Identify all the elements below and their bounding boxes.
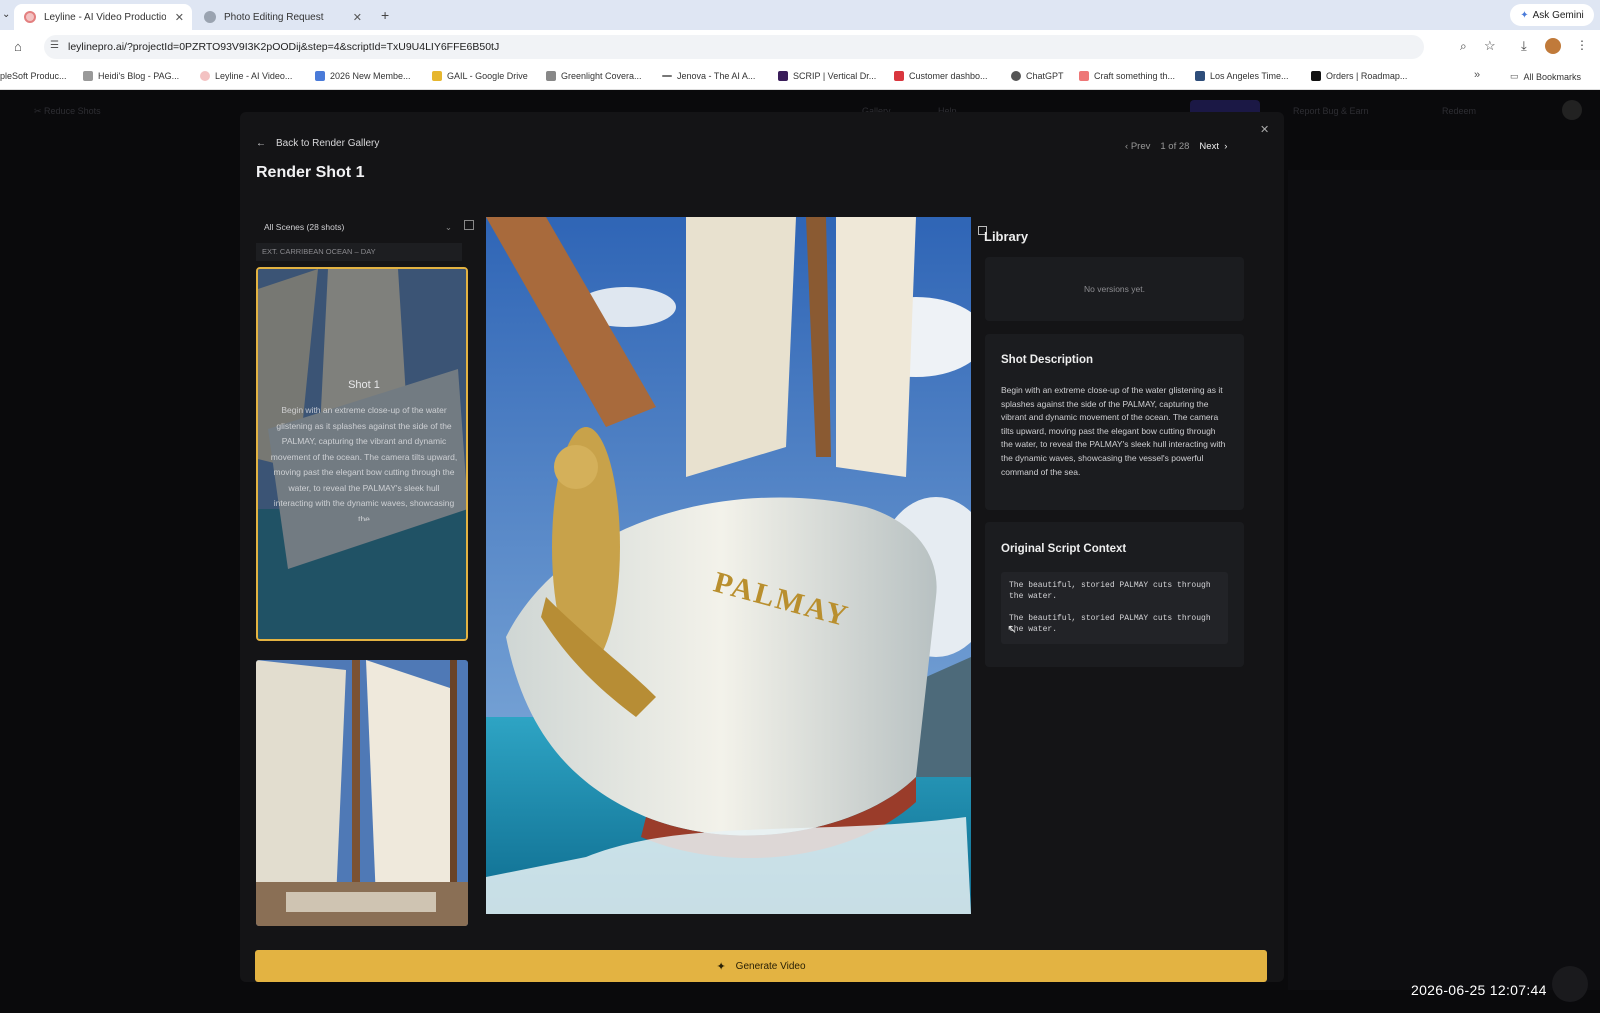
more-bookmarks-icon[interactable]: »: [1474, 69, 1480, 81]
library-empty-text: No versions yet.: [1084, 284, 1145, 294]
render-shot-modal: ✕ ← Back to Render Gallery Render Shot 1…: [240, 112, 1284, 982]
mouse-cursor-icon: ↖: [1007, 622, 1018, 636]
generate-video-button[interactable]: ✦ Generate Video: [255, 950, 1267, 982]
back-to-gallery-link[interactable]: ← Back to Render Gallery: [256, 138, 379, 149]
shot-thumbnail[interactable]: [256, 660, 468, 926]
url-text: leylinepro.ai/?projectId=0PZRTO93V9I3K2p…: [68, 41, 500, 53]
thumbnail-overlay-title: Shot 1: [348, 379, 380, 391]
browser-tab-strip: ⌄ Leyline - AI Video Production ✕ Photo …: [0, 0, 1600, 30]
scene-select[interactable]: All Scenes (28 shots) ⌄: [256, 216, 456, 238]
globe-favicon-icon: [204, 11, 216, 23]
address-bar[interactable]: ☰ leylinepro.ai/?projectId=0PZRTO93V9I3K…: [44, 35, 1424, 59]
header-redeem-link[interactable]: Redeem: [1442, 106, 1476, 116]
site-settings-icon[interactable]: ☰: [50, 40, 59, 51]
bookmark-item[interactable]: Orders | Roadmap...: [1311, 71, 1407, 81]
bookmark-item[interactable]: Heidi's Blog - PAG...: [83, 71, 179, 81]
tab-leyline[interactable]: Leyline - AI Video Production ✕: [14, 4, 192, 30]
reduce-shots-button[interactable]: ✂ Reduce Shots: [34, 106, 101, 117]
profile-avatar[interactable]: [1545, 38, 1561, 54]
close-tab-icon[interactable]: ✕: [175, 11, 184, 24]
bookmark-item[interactable]: Leyline - AI Video...: [200, 71, 292, 81]
bookmark-star-icon[interactable]: ☆: [1484, 38, 1496, 54]
browser-toolbar: ⌂ ☰ leylinepro.ai/?projectId=0PZRTO93V9I…: [0, 30, 1600, 64]
header-report-bug-link[interactable]: Report Bug & Earn: [1293, 106, 1369, 116]
bookmark-item[interactable]: Greenlight Covera...: [546, 71, 642, 81]
close-modal-icon[interactable]: ✕: [1260, 123, 1269, 136]
script-context-panel: Original Script Context The beautiful, s…: [985, 522, 1244, 667]
shot-thumbnail-selected[interactable]: Shot 1 Begin with an extreme close-up of…: [256, 267, 468, 641]
bookmark-item[interactable]: Jenova - The AI A...: [662, 71, 755, 81]
chat-widget-icon[interactable]: [1552, 966, 1588, 1002]
new-tab-icon[interactable]: +: [381, 7, 389, 23]
tab-photo-editing[interactable]: Photo Editing Request ✕: [194, 4, 370, 30]
script-line: The beautiful, storied PALMAY cuts throu…: [1009, 614, 1211, 634]
sailboat-render-image: [486, 217, 971, 914]
background-side-panel: [1288, 170, 1600, 990]
folder-icon: ▭: [1510, 71, 1519, 81]
scissors-icon: ✂: [34, 106, 45, 116]
bookmark-item[interactable]: Los Angeles Time...: [1195, 71, 1289, 81]
thumbnail-overlay-text: Begin with an extreme close-up of the wa…: [270, 405, 458, 521]
chevron-down-icon: ⌄: [444, 221, 452, 232]
arrow-left-icon: ←: [256, 138, 266, 149]
page-title: Render Shot 1: [256, 164, 365, 181]
bookmark-item[interactable]: pleSoft Produc...: [0, 71, 67, 81]
script-context-box: The beautiful, storied PALMAY cuts throu…: [1001, 572, 1228, 644]
sails-thumbnail-image: [256, 660, 468, 926]
bookmark-item[interactable]: 2026 New Membe...: [315, 71, 411, 81]
shot-counter: 1 of 28: [1160, 141, 1190, 152]
tab-label: Photo Editing Request: [224, 11, 324, 23]
main-render-image[interactable]: PALMAY: [486, 217, 971, 914]
library-title: Library: [984, 229, 1029, 244]
shot-description-text: Begin with an extreme close-up of the wa…: [1001, 385, 1226, 477]
grid-view-icon[interactable]: [464, 220, 474, 230]
prev-button[interactable]: ‹ Prev: [1125, 141, 1150, 152]
bookmark-item[interactable]: SCRIP | Vertical Dr...: [778, 71, 876, 81]
shot-description-title: Shot Description: [1001, 354, 1094, 366]
header-avatar[interactable]: [1562, 100, 1582, 120]
next-button[interactable]: Next ›: [1199, 141, 1227, 152]
script-context-title: Original Script Context: [1001, 543, 1127, 555]
ask-gemini-button[interactable]: ✦ Ask Gemini: [1510, 4, 1594, 26]
bookmark-item[interactable]: Craft something th...: [1079, 71, 1175, 81]
recording-timestamp: 2026-06-25 12:07:44: [1411, 982, 1547, 998]
gemini-sparkle-icon: ✦: [1520, 9, 1529, 21]
script-line: The beautiful, storied PALMAY cuts throu…: [1009, 581, 1211, 601]
bookmark-item[interactable]: ChatGPT: [1011, 71, 1064, 81]
shot-pager: ‹ Prev 1 of 28 Next ›: [1125, 141, 1227, 152]
magic-wand-icon: ✦: [716, 960, 726, 973]
zoom-icon[interactable]: ⌕: [1460, 39, 1467, 54]
more-menu-icon[interactable]: ⋮: [1576, 38, 1588, 52]
scene-heading: EXT. CARRIBEAN OCEAN – DAY: [256, 243, 462, 261]
tab-list-chevron-icon[interactable]: ⌄: [2, 9, 10, 20]
leyline-favicon-icon: [24, 11, 36, 23]
bookmark-item[interactable]: Customer dashbo...: [894, 71, 988, 81]
bookmark-item[interactable]: GAIL - Google Drive: [432, 71, 528, 81]
all-bookmarks-folder[interactable]: ▭ All Bookmarks: [1510, 71, 1581, 82]
tab-label: Leyline - AI Video Production: [44, 11, 166, 23]
shot-description-panel: Shot Description Begin with an extreme c…: [985, 334, 1244, 510]
download-icon[interactable]: ⤓: [1521, 38, 1527, 54]
home-icon[interactable]: ⌂: [14, 39, 22, 54]
library-versions-panel: No versions yet.: [985, 257, 1244, 321]
chevron-right-icon: ›: [1218, 141, 1228, 152]
bookmarks-bar: pleSoft Produc... Heidi's Blog - PAG... …: [0, 64, 1600, 90]
close-tab-icon[interactable]: ✕: [353, 11, 362, 24]
